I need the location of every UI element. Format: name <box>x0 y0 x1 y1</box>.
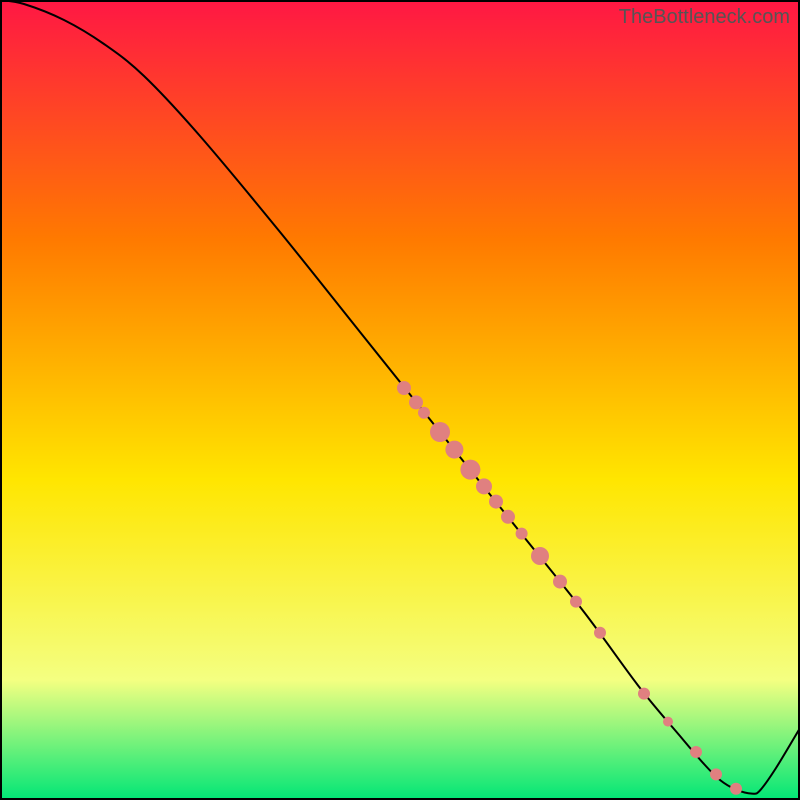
data-marker <box>489 495 503 509</box>
data-marker <box>430 422 450 442</box>
data-marker <box>516 528 528 540</box>
data-marker <box>418 407 430 419</box>
data-marker <box>594 627 606 639</box>
gradient-background <box>0 0 800 800</box>
data-marker <box>501 510 515 524</box>
bottleneck-curve-chart <box>0 0 800 800</box>
data-marker <box>445 441 463 459</box>
data-marker <box>710 768 722 780</box>
data-marker <box>663 717 673 727</box>
data-marker <box>397 381 411 395</box>
chart-container: TheBottleneck.com <box>0 0 800 800</box>
data-marker <box>690 746 702 758</box>
data-marker <box>570 596 582 608</box>
data-marker <box>460 460 480 480</box>
data-marker <box>553 575 567 589</box>
data-marker <box>730 783 742 795</box>
data-marker <box>531 547 549 565</box>
data-marker <box>409 395 423 409</box>
data-marker <box>638 688 650 700</box>
data-marker <box>476 478 492 494</box>
watermark-text: TheBottleneck.com <box>619 6 790 29</box>
